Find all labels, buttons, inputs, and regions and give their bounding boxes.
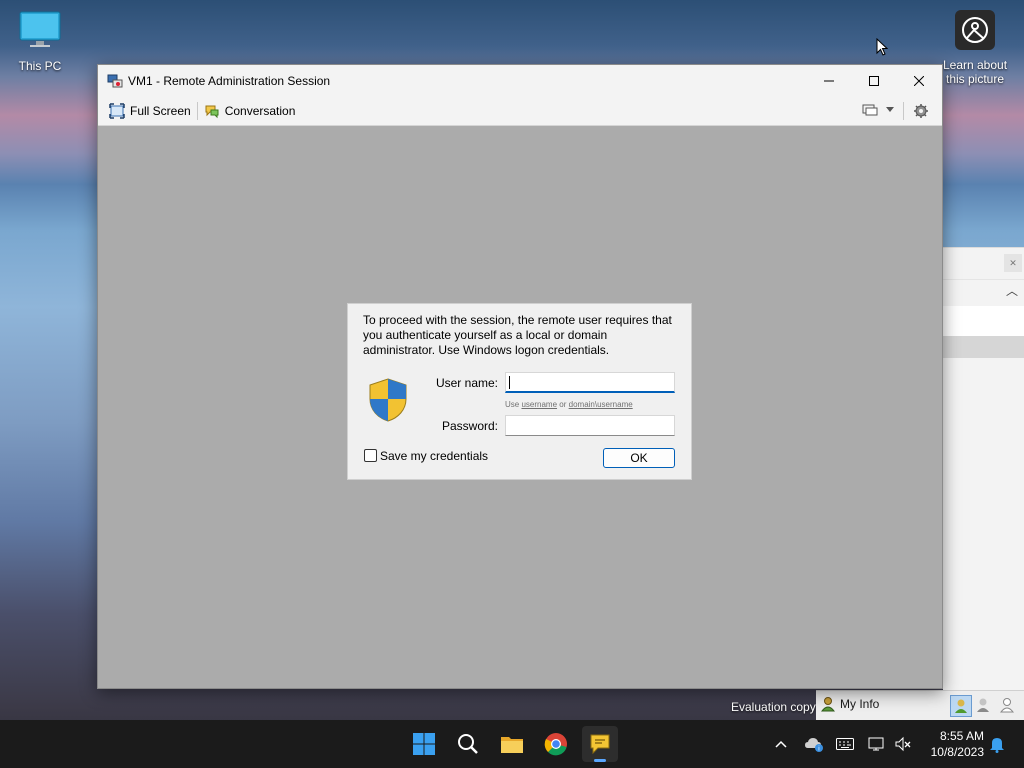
title-bar[interactable]: VM1 - Remote Administration Session [98,65,942,96]
password-label: Password: [441,419,498,433]
notifications-button[interactable] [986,720,1008,768]
close-icon[interactable]: ✕ [1004,254,1022,272]
volume-tray-button[interactable] [892,720,914,768]
file-explorer-icon [501,737,523,753]
background-window-row [943,306,1024,336]
start-icon [413,733,435,755]
clock-time: 8:55 AM [939,729,984,743]
display-icon [862,104,878,116]
status-offline-icon[interactable] [999,697,1015,716]
search-icon [458,734,478,754]
conversation-label: Conversation [224,103,296,118]
close-icon [913,75,924,86]
save-credentials-label[interactable]: Save my credentials [380,449,488,463]
background-window-header: ✕ [943,248,1024,280]
chat-bubble-icon [590,734,610,755]
desktop-icon-learn-picture[interactable]: Learn about this picture [938,10,1012,86]
status-away-icon[interactable] [976,697,990,716]
background-window: ✕ ︿ [943,247,1024,720]
cloud-info-icon: i [805,738,823,752]
remote-session-viewport: To proceed with the session, the remote … [98,126,942,688]
my-info-button[interactable]: My Info [820,696,879,712]
username-hint: Use username or domain\username [505,400,633,409]
remote-session-app-icon [107,74,123,87]
ok-button[interactable]: OK [603,448,675,468]
keyboard-icon [836,738,854,750]
username-input[interactable] [505,372,675,393]
text-caret [509,376,510,389]
display-options-button[interactable] [862,102,894,118]
hint-domain-username: domain\username [568,400,633,409]
authentication-dialog: To proceed with the session, the remote … [347,303,692,480]
session-toolbar: Full Screen Conversation [98,96,942,126]
remote-session-window: VM1 - Remote Administration Session Full… [97,64,943,689]
hint-username: username [521,400,558,409]
taskbar: i 8:55 AM 10/8/2023 [0,720,1024,768]
maximize-icon [868,75,879,86]
conversation-button[interactable]: Conversation [198,99,302,123]
minimize-button[interactable] [806,65,851,96]
authentication-message: To proceed with the session, the remote … [363,313,672,357]
full-screen-button[interactable]: Full Screen [103,99,197,123]
conversation-icon [205,105,219,118]
window-title: VM1 - Remote Administration Session [128,73,331,88]
learn-picture-label-2: this picture [945,72,1005,86]
my-info-bar: My Info [816,690,1024,720]
username-label: User name: [435,376,498,390]
start-button[interactable] [406,726,442,762]
maximize-button[interactable] [851,65,896,96]
evaluation-copy-text: Evaluation copy [731,700,816,714]
clock[interactable]: 8:55 AM 10/8/2023 [918,728,984,760]
chrome-icon [544,733,567,756]
minimize-icon [823,80,834,81]
hint-use: Use [505,400,520,409]
chevron-up-icon [775,740,787,748]
chevron-up-icon[interactable]: ︿ [1006,282,1018,299]
chrome-button[interactable] [538,726,574,762]
toolbar-separator-right [903,102,904,120]
learn-picture-icon [955,10,995,50]
file-explorer-button[interactable] [494,726,530,762]
monitor-icon [19,11,61,47]
active-indicator [594,759,606,762]
volume-muted-icon [895,736,911,752]
close-button[interactable] [896,65,941,96]
background-window-selected-row [943,336,1024,358]
background-window-subheader: ︿ [943,280,1024,304]
onedrive-tray-button[interactable]: i [802,720,826,768]
status-online-icon[interactable] [950,695,972,717]
settings-button[interactable] [913,103,929,122]
full-screen-icon [109,102,125,119]
network-icon [868,737,884,751]
search-button[interactable] [450,726,486,762]
user-icon [820,697,836,712]
password-input[interactable] [505,415,675,436]
mouse-cursor-icon [876,38,888,56]
save-credentials-checkbox[interactable] [364,449,377,462]
hint-or: or [559,400,567,409]
remote-chat-app-button[interactable] [582,726,618,762]
uac-shield-icon [369,378,407,422]
clock-date: 10/8/2023 [930,745,984,759]
my-info-label: My Info [840,697,880,711]
desktop-icon-this-pc[interactable]: This PC [12,10,68,73]
learn-picture-label-1: Learn about [942,58,1008,72]
full-screen-label: Full Screen [130,103,191,118]
show-hidden-icons-button[interactable] [770,720,792,768]
network-tray-button[interactable] [866,720,888,768]
this-pc-label: This PC [18,59,62,73]
keyboard-tray-button[interactable] [834,720,856,768]
dropdown-arrow-icon [886,107,894,112]
bell-icon [990,738,1004,753]
gear-icon [914,104,928,118]
